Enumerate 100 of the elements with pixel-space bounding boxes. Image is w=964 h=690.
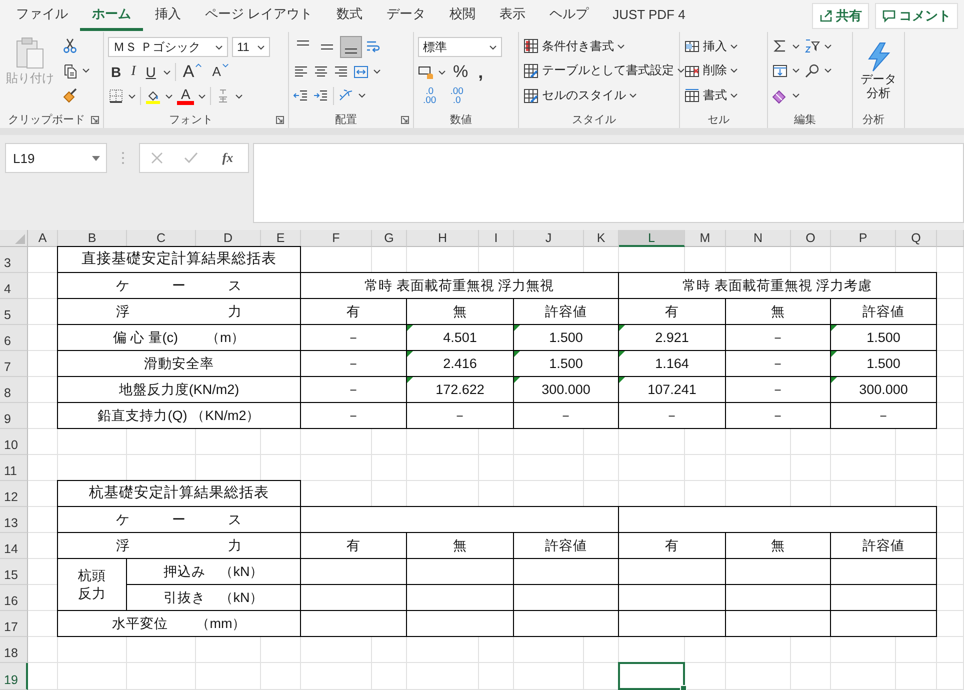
formula-input[interactable] — [253, 143, 964, 223]
row-header[interactable]: 17 — [0, 611, 28, 637]
row-header[interactable]: 18 — [0, 637, 28, 663]
italic-button[interactable]: I — [128, 63, 139, 81]
percent-button[interactable]: % — [450, 63, 472, 81]
comment-button[interactable]: コメント — [875, 3, 958, 29]
row-header[interactable]: 15 — [0, 559, 28, 585]
caret-icon[interactable] — [824, 44, 832, 49]
column-header[interactable]: N — [726, 230, 791, 247]
row-header[interactable]: 7 — [0, 351, 28, 377]
caret-icon[interactable] — [162, 70, 171, 74]
selected-cell[interactable] — [618, 662, 685, 690]
ribbon-tab[interactable]: 表示 — [488, 1, 538, 31]
column-header[interactable]: B — [58, 230, 127, 247]
currency-icon[interactable] — [418, 64, 434, 80]
grow-font-button[interactable]: A — [180, 63, 206, 81]
insert-function-button[interactable]: fx — [216, 149, 240, 167]
column-header[interactable]: Q — [896, 230, 937, 247]
caret-icon[interactable] — [438, 70, 446, 74]
row-header[interactable]: 10 — [0, 429, 28, 455]
borders-icon[interactable] — [108, 88, 124, 104]
row-header[interactable]: 13 — [0, 507, 28, 533]
row-header[interactable]: 12 — [0, 481, 28, 507]
style-button[interactable]: セルのスタイル — [523, 87, 637, 104]
column-header[interactable]: O — [791, 230, 831, 247]
caret-icon[interactable] — [235, 94, 244, 98]
search-icon[interactable] — [804, 62, 820, 79]
ribbon-tab[interactable]: ファイル — [4, 1, 80, 31]
fill-down-icon[interactable] — [772, 62, 788, 79]
column-header[interactable]: C — [127, 230, 196, 247]
caret-icon[interactable] — [198, 94, 206, 98]
launcher-icon[interactable] — [401, 116, 409, 124]
row-header[interactable]: 6 — [0, 325, 28, 351]
launcher-icon[interactable] — [276, 116, 284, 124]
caret-icon[interactable] — [792, 68, 800, 74]
decimal-button[interactable]: .00 .0 — [445, 87, 468, 105]
ribbon-tab[interactable]: ヘルプ — [538, 1, 601, 31]
row-header[interactable]: 19 — [0, 663, 28, 690]
check-icon[interactable] — [182, 150, 199, 166]
column-header[interactable]: E — [261, 230, 301, 247]
launcher-icon[interactable] — [91, 116, 99, 124]
share-button[interactable]: 共有 — [812, 3, 869, 29]
row-header[interactable]: 9 — [0, 403, 28, 429]
caret-icon[interactable] — [824, 68, 832, 74]
decimal-button[interactable]: .0 .00 — [418, 87, 442, 105]
style-button[interactable]: テーブルとして書式設定 — [523, 62, 685, 80]
ribbon-tab[interactable]: ホーム — [80, 1, 143, 31]
ribbon-tab[interactable]: 挿入 — [143, 1, 193, 31]
font-color-button[interactable]: A — [177, 87, 194, 105]
column-header[interactable]: J — [514, 230, 584, 247]
cells-button[interactable]: 書式 — [684, 87, 738, 104]
row-header[interactable]: 16 — [0, 585, 28, 611]
vertical-align-icon[interactable] — [341, 37, 361, 58]
font-name-dropdown[interactable]: ＭＳ Ｐゴシック — [108, 37, 228, 57]
comma-button[interactable]: , — [475, 63, 486, 81]
cells-button[interactable]: 削除 — [684, 62, 738, 80]
column-header[interactable]: H — [407, 230, 479, 247]
row-header[interactable]: 14 — [0, 533, 28, 559]
merge-cells-icon[interactable] — [353, 64, 369, 80]
column-header[interactable]: K — [584, 230, 619, 247]
column-header[interactable]: M — [685, 230, 726, 247]
style-button[interactable]: 条件付き書式 — [523, 38, 625, 55]
caret-icon[interactable] — [358, 93, 366, 98]
caret-icon[interactable] — [165, 94, 173, 98]
column-header[interactable]: P — [831, 230, 896, 247]
underline-button[interactable]: U — [142, 63, 159, 81]
sum-icon[interactable] — [772, 38, 788, 54]
ribbon-tab[interactable]: JUST PDF 4 — [600, 2, 698, 30]
data-analysis-button[interactable]: データ 分析 — [858, 38, 898, 104]
column-header[interactable]: A — [28, 230, 58, 247]
eraser-icon[interactable] — [772, 88, 788, 104]
row-header[interactable]: 8 — [0, 377, 28, 403]
scissors-icon[interactable] — [62, 38, 78, 54]
number-format-dropdown[interactable]: 標準 — [418, 37, 502, 57]
bold-button[interactable]: B — [108, 63, 124, 81]
ribbon-tab[interactable]: ページ レイアウト — [193, 1, 325, 31]
ribbon-tab[interactable]: データ — [374, 1, 438, 31]
name-box[interactable]: L19 — [5, 143, 107, 173]
caret-icon[interactable] — [82, 68, 90, 74]
caret-icon[interactable] — [792, 93, 800, 98]
cells-button[interactable]: 挿入 — [684, 38, 738, 55]
font-size-dropdown[interactable]: 11 — [232, 37, 270, 57]
sort-filter-icon[interactable] — [804, 38, 820, 54]
column-header[interactable]: L — [619, 230, 685, 247]
caret-icon[interactable] — [792, 44, 800, 49]
caret-icon[interactable] — [128, 94, 136, 98]
row-header[interactable]: 3 — [0, 247, 28, 273]
row-header[interactable]: 5 — [0, 299, 28, 325]
column-header[interactable]: I — [479, 230, 514, 247]
ribbon-tab[interactable]: 数式 — [324, 1, 375, 31]
caret-icon[interactable] — [373, 69, 381, 74]
ribbon-tab[interactable]: 校閲 — [438, 1, 488, 31]
shrink-font-button[interactable]: A — [209, 63, 232, 81]
row-header[interactable]: 11 — [0, 455, 28, 481]
column-header[interactable]: D — [196, 230, 261, 247]
format-painter-icon[interactable] — [62, 88, 78, 104]
column-header[interactable]: G — [372, 230, 407, 247]
column-header[interactable]: F — [301, 230, 372, 247]
copy-icon[interactable] — [62, 62, 78, 79]
row-header[interactable]: 4 — [0, 273, 28, 299]
